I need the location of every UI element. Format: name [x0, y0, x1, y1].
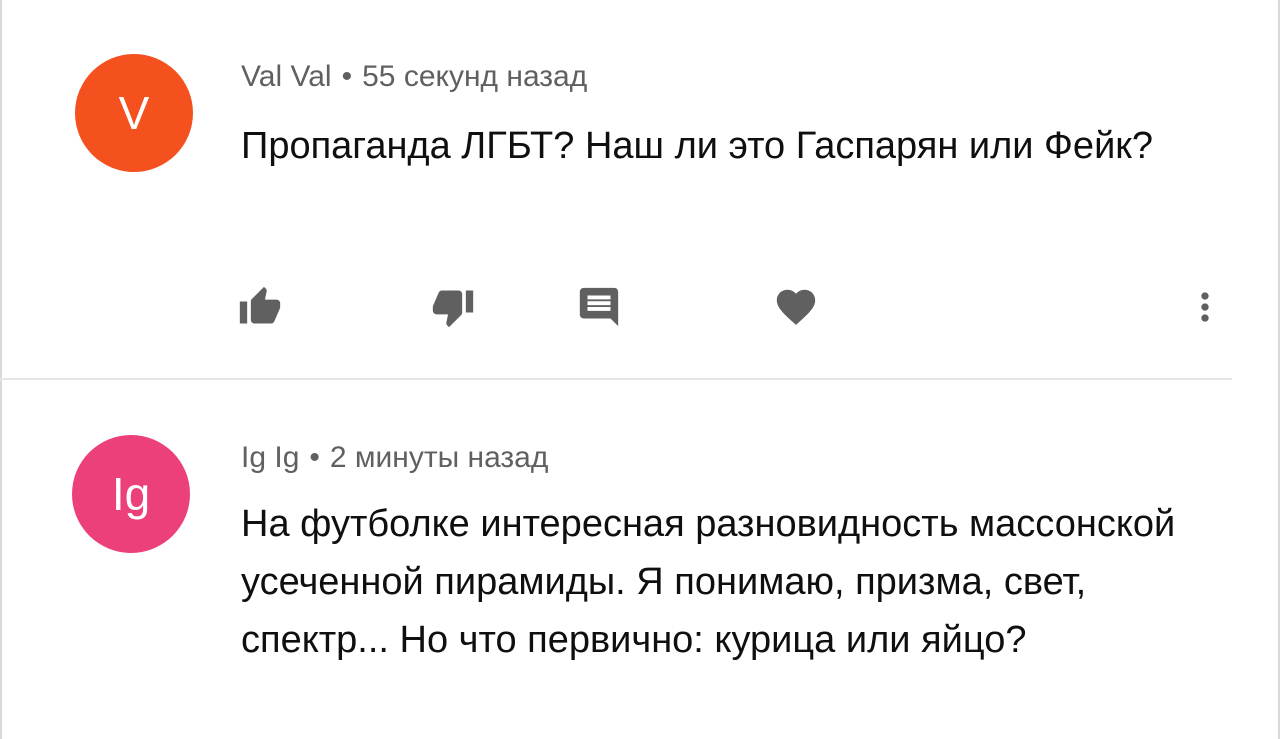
reply-button[interactable] [574, 282, 624, 332]
like-icon [239, 286, 281, 324]
comment-text: Пропаганда ЛГБТ? Наш ли это Гаспарян или… [241, 125, 1154, 167]
dislike-button[interactable] [428, 282, 478, 332]
dislike-icon [432, 290, 474, 328]
meta-separator: • [341, 60, 353, 93]
heart-icon [776, 289, 816, 325]
avatar[interactable]: V [75, 54, 193, 172]
comment-actions [0, 282, 1280, 332]
comment-item: Ig Ig Ig • 2 минуты назад На футболке инте… [0, 380, 1280, 739]
comment-item: V Val Val • 55 секунд назад Пропаганда ЛГБ… [0, 0, 1280, 378]
like-button[interactable] [235, 282, 285, 332]
comment-time: 2 минуты назад [329, 441, 549, 474]
comment-meta: Ig Ig • 2 минуты назад [241, 440, 548, 476]
comment-meta: Val Val • 55 секунд назад [241, 59, 587, 95]
reply-icon [579, 287, 619, 327]
more-options-button[interactable] [1180, 282, 1230, 332]
comment-time: 55 секунд назад [362, 60, 588, 93]
heart-button[interactable] [771, 282, 821, 332]
avatar[interactable]: Ig [72, 435, 190, 553]
author-name[interactable]: Val Val [241, 60, 332, 93]
more-vert-icon [1201, 292, 1209, 322]
comments-screen: V Val Val • 55 секунд назад Пропаганда ЛГБ… [0, 0, 1280, 739]
comment-text: На футболке интересная разновидность мас… [241, 503, 1176, 661]
author-name[interactable]: Ig Ig [241, 441, 299, 474]
meta-separator: • [309, 441, 320, 474]
